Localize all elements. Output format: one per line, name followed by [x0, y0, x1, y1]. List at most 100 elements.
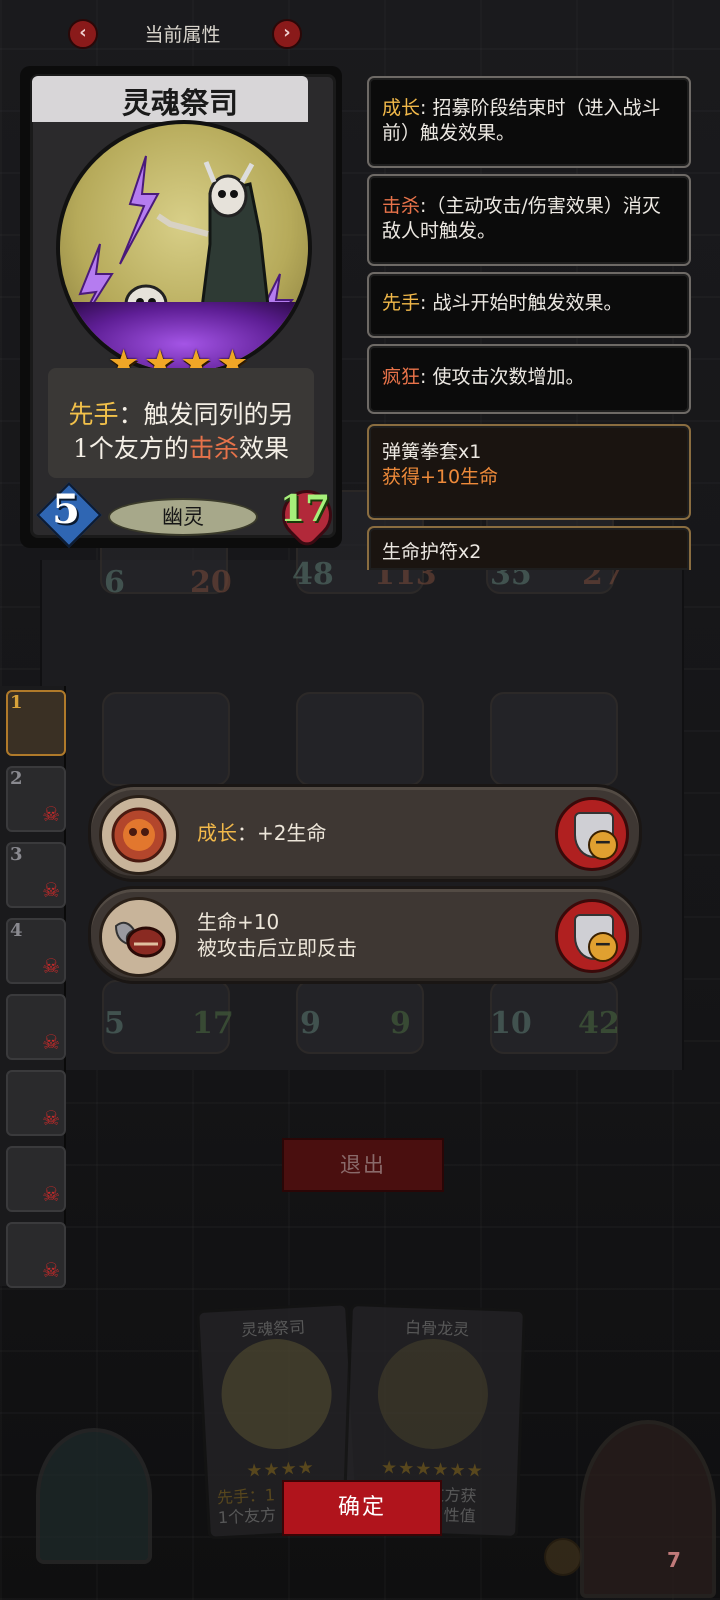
effect-keyword: 成长 — [197, 821, 237, 845]
info-desc: : 使攻击次数增加。 — [420, 366, 585, 388]
rank-slot[interactable]: ☠ — [6, 994, 66, 1060]
board-hp: 9 — [390, 1006, 411, 1041]
keyword-info-panel: 成长: 招募阶段结束时（进入战斗前）触发效果。 — [367, 76, 691, 168]
skull-icon: ☠ — [42, 802, 60, 826]
ability-keyword: 击杀 — [188, 434, 239, 463]
effect-art — [114, 921, 166, 958]
rank-slot[interactable]: 1 — [6, 690, 66, 756]
health-value: 17 — [279, 488, 331, 530]
item-text: 生命护符x2 — [382, 540, 675, 565]
next-arrow-button[interactable]: › — [272, 19, 302, 49]
skull-icon: ☠ — [42, 954, 60, 978]
ability-line1: ：触发同列的另 — [118, 400, 294, 429]
hand-card-desc-b: 1个友方 — [217, 1505, 277, 1528]
rank-number: 2 — [10, 768, 23, 789]
hand-card-art — [376, 1337, 490, 1451]
attack-value: 5 — [52, 486, 80, 533]
hand-card-desc-a: 先手：1 — [216, 1485, 276, 1508]
confirm-button[interactable]: 确定 — [282, 1480, 442, 1536]
board-atk: 5 — [104, 1006, 125, 1041]
keyword-info-panel: 击杀:（主动攻击/伤害效果）消灭敌人时触发。 — [367, 174, 691, 266]
board-atk: 9 — [300, 1006, 321, 1041]
info-keyword: 疯狂 — [382, 366, 421, 388]
ability-line2-end: 效果 — [238, 434, 289, 463]
item-text: 弹簧拳套x1 获得+10生命 — [382, 440, 675, 490]
ability-text: 先手：触发同列的另 1个友方的击杀效果 — [48, 398, 314, 466]
info-text: 先手: 战斗开始时触发效果。 — [382, 291, 675, 316]
effect-line: 成长：+2生命 — [197, 820, 549, 846]
effect-art — [111, 807, 167, 863]
board-atk: 48 — [292, 557, 334, 592]
item-info-panel: 弹簧拳套x1 获得+10生命 — [367, 424, 691, 520]
skull-icon: ☠ — [42, 1106, 60, 1130]
attack-badge: 5 — [36, 482, 102, 548]
effect-row: 成长：+2生命 − — [88, 784, 642, 882]
board-card[interactable] — [296, 692, 424, 786]
rank-slot[interactable]: 2 ☠ — [6, 766, 66, 832]
card-name: 灵魂祭司 — [121, 86, 238, 120]
hand-card-name: 白骨龙灵 — [404, 1317, 470, 1340]
board-hp: 17 — [192, 1006, 234, 1041]
portal-icon[interactable] — [36, 1428, 152, 1564]
rank-slot[interactable]: ☠ — [6, 1070, 66, 1136]
growth-effect-icon — [99, 795, 179, 875]
board-atk: 6 — [104, 565, 125, 600]
health-badge: 17 — [271, 479, 343, 551]
board-card[interactable] — [102, 692, 230, 786]
page-title: 当前属性 — [144, 24, 221, 46]
board-card[interactable] — [490, 692, 618, 786]
rank-slot[interactable]: ☠ — [6, 1222, 66, 1288]
keyword-info-panel: 疯狂: 使攻击次数增加。 — [367, 344, 691, 414]
info-desc: : 战斗开始时触发效果。 — [420, 292, 623, 314]
skull-icon: ☠ — [42, 1258, 60, 1282]
info-desc: : 招募阶段结束时（进入战斗前）触发效果。 — [382, 97, 661, 144]
item-info-panel: 生命护符x2 — [367, 526, 691, 570]
remove-effect-button[interactable]: − — [555, 797, 629, 871]
skull-icon: ☠ — [42, 1030, 60, 1054]
board-atk: 10 — [490, 1006, 532, 1041]
info-text: 成长: 招募阶段结束时（进入战斗前）触发效果。 — [382, 96, 675, 146]
boss-portrait[interactable] — [580, 1420, 716, 1598]
info-text: 击杀:（主动攻击/伤害效果）消灭敌人时触发。 — [382, 194, 675, 244]
hand-card-art — [218, 1336, 335, 1452]
info-keyword: 击杀 — [382, 195, 421, 217]
lives-count: 7 — [667, 1548, 681, 1572]
item-name: 弹簧拳套x1 — [382, 441, 482, 463]
effect-row: 生命+10 被攻击后立即反击 − — [88, 886, 642, 984]
card-portrait — [56, 120, 312, 376]
effect-text: 生命+10 被攻击后立即反击 — [197, 889, 549, 981]
info-desc: :（主动攻击/伤害效果）消灭敌人时触发。 — [382, 195, 661, 242]
keyword-info-panel: 先手: 战斗开始时触发效果。 — [367, 272, 691, 338]
effect-desc: ：+2生命 — [237, 821, 327, 845]
rank-number: 3 — [10, 844, 23, 865]
item-name: 生命护符x2 — [382, 541, 482, 563]
exit-button[interactable]: 退出 — [282, 1138, 444, 1192]
prev-arrow-button[interactable]: ‹ — [68, 19, 98, 49]
minus-icon: − — [588, 932, 618, 962]
effect-line2: 被攻击后立即反击 — [197, 936, 357, 960]
hand-card-stars: ★★★★★★ — [380, 1457, 485, 1482]
minus-icon: − — [588, 830, 618, 860]
skull-icon: ☠ — [42, 1182, 60, 1206]
info-keyword: 先手 — [382, 292, 421, 314]
item-effect: 获得+10生命 — [382, 466, 499, 488]
rank-slot[interactable]: 3 ☠ — [6, 842, 66, 908]
tribe-label: 幽灵 — [108, 498, 258, 536]
ability-line2-start: 1个友方的 — [73, 434, 189, 463]
rank-slot[interactable]: ☠ — [6, 1146, 66, 1212]
coin-icon — [544, 1538, 582, 1576]
rank-slot[interactable]: 4 ☠ — [6, 918, 66, 984]
info-text: 疯狂: 使攻击次数增加。 — [382, 365, 675, 390]
unit-card: 灵魂祭司 ★★★★ 先手：触发同列的另 1个友方的击杀效果 5 幽灵 17 — [20, 66, 343, 551]
remove-effect-button[interactable]: − — [555, 899, 629, 973]
board-hp: 42 — [578, 1006, 620, 1041]
rank-rail: 1 2 ☠ 3 ☠ 4 ☠ ☠ ☠ ☠ ☠ — [0, 686, 66, 1288]
rank-number: 4 — [10, 920, 23, 941]
board-hp: 20 — [190, 565, 232, 600]
ability-prefix: 先手 — [68, 400, 119, 429]
effect-line1: 生命+10 — [197, 910, 280, 934]
info-keyword: 成长 — [382, 97, 421, 119]
boxing-glove-icon — [99, 897, 179, 977]
skull-icon: ☠ — [42, 878, 60, 902]
effect-text: 成长：+2生命 — [197, 787, 549, 879]
